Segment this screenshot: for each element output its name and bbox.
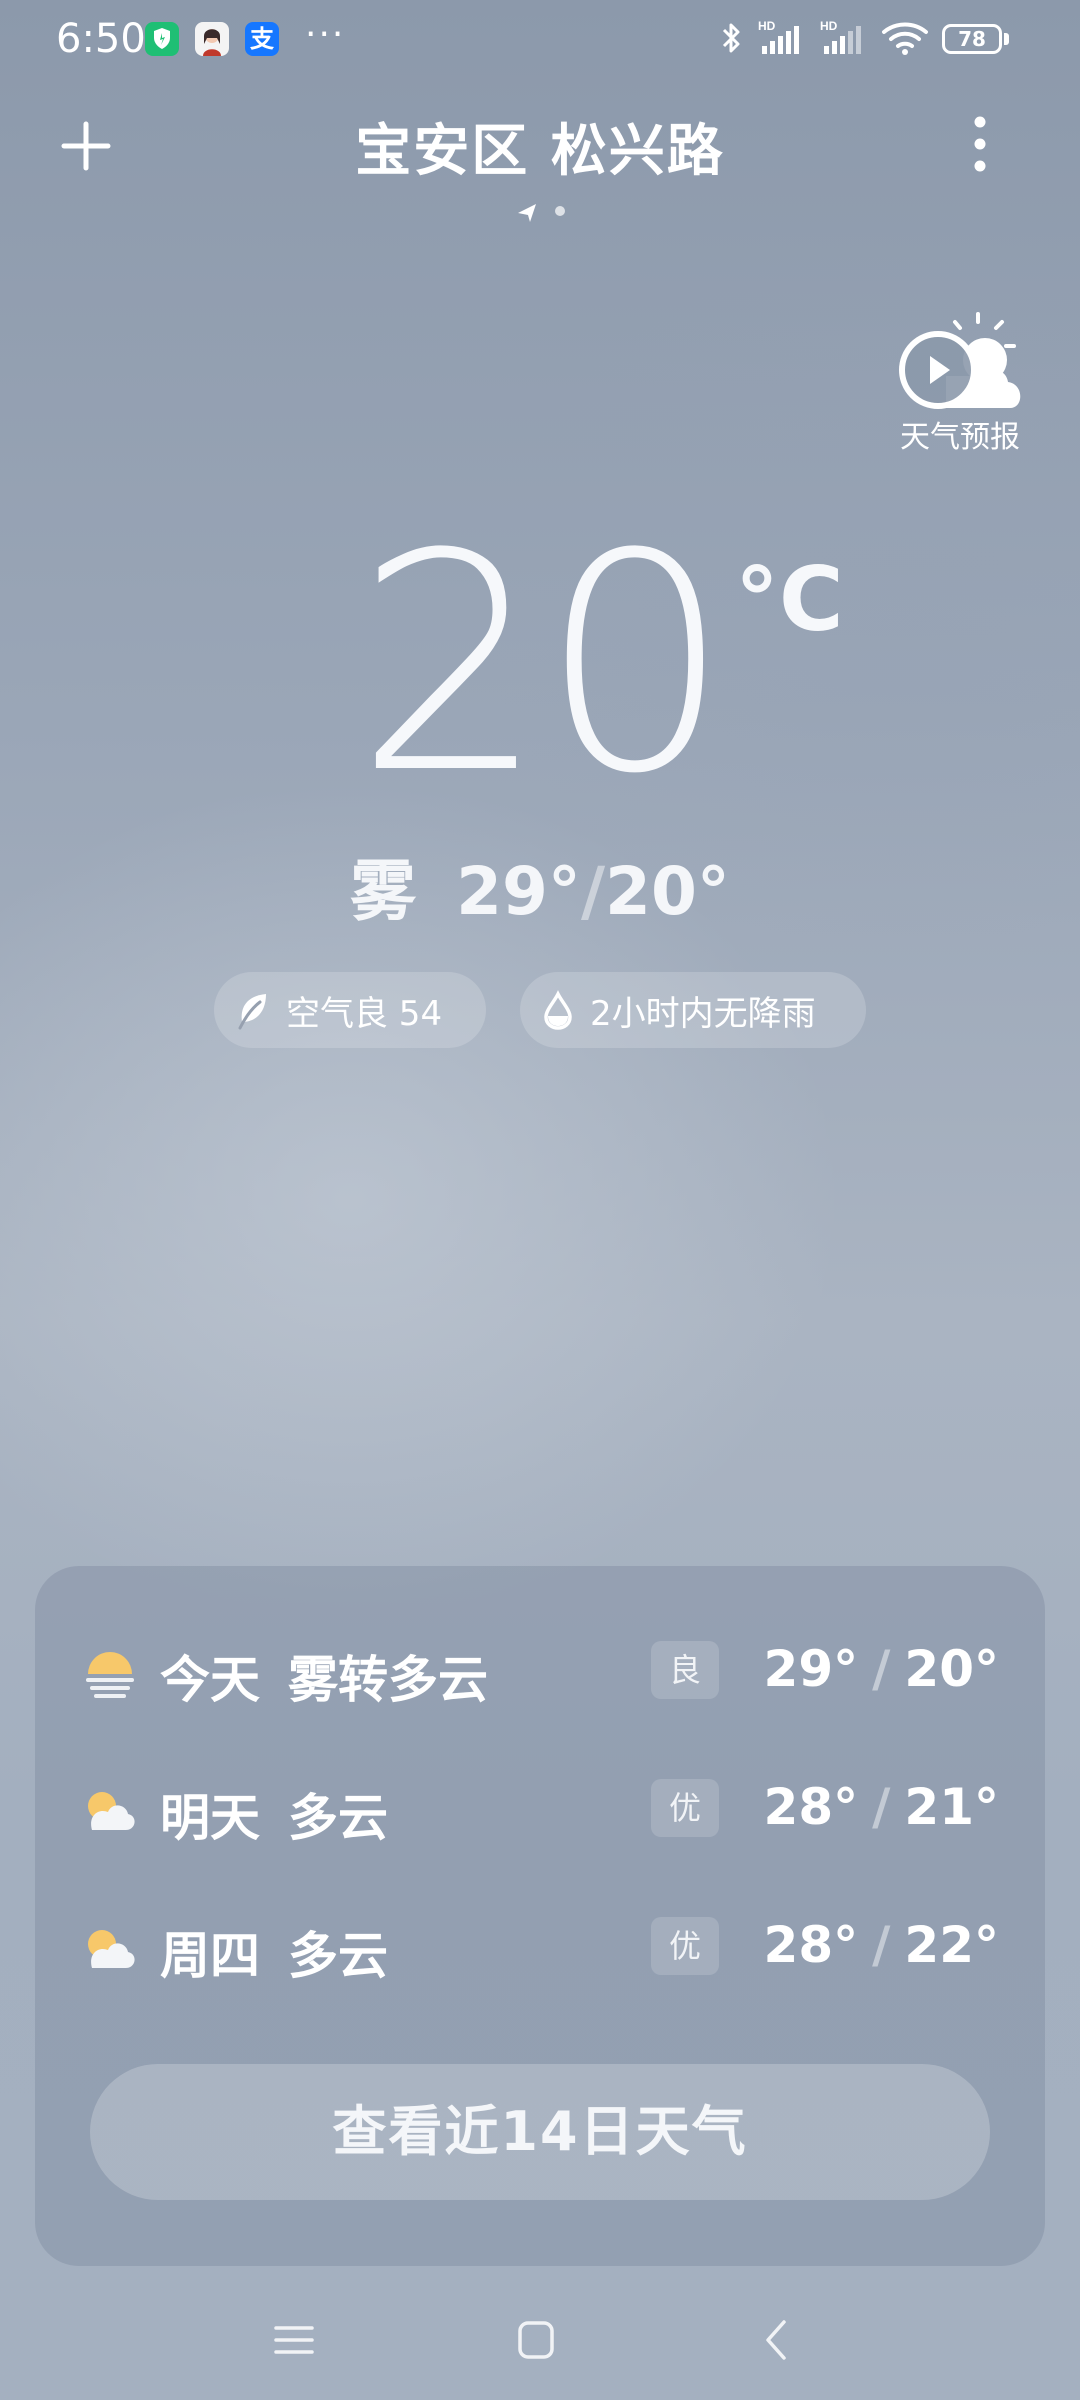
air-quality-text: 空气良 54 [286,993,443,1034]
location-arrow-icon [518,204,536,222]
page-dot [555,206,565,216]
forecast-row-thursday[interactable]: 周四 多云 优 28°/22° [35,1904,1045,1994]
recent-apps-button[interactable] [264,2310,324,2370]
forecast-row-today[interactable]: 今天 雾转多云 良 29°/20° [35,1628,1045,1718]
forecast-day-label: 明天 多云 [160,1789,388,1847]
battery-tip [1004,33,1009,45]
chevron-left-icon [766,2320,786,2360]
current-temperature: 20 [355,490,731,839]
forecast-video-label: 天气预报 [900,420,1020,455]
signal-hd-icon: HD [756,18,810,62]
more-menu-button[interactable] [960,112,1000,176]
forecast-row-tomorrow[interactable]: 明天 多云 优 28°/21° [35,1766,1045,1856]
leaf-icon [238,994,266,1030]
play-cloud-sun-icon [899,312,1021,409]
more-vertical-icon [974,116,986,172]
location-title[interactable]: 宝安区 松兴路 [0,106,1080,187]
battery-icon: 78 [942,24,1002,54]
partly-cloudy-icon [80,1924,140,1974]
rain-forecast-chip[interactable]: 2小时内无降雨 [520,972,866,1048]
page-indicator [510,196,570,226]
forecast-day-label: 今天 雾转多云 [160,1651,488,1709]
condition-line: 雾 29°/20° [0,838,1080,934]
view-14-day-button[interactable]: 查看近14日天气 [90,2064,990,2200]
temperature-unit: °C [735,548,844,651]
forecast-temps: 28°/22° [763,1916,999,1974]
status-time: 6:50 [56,16,146,62]
bluetooth-icon [718,18,746,62]
security-shield-icon [145,22,179,56]
temp-separator: / [580,853,606,930]
alipay-icon: 支 [245,22,279,56]
air-quality-chip[interactable]: 空气良 54 [214,972,486,1048]
svg-text:HD: HD [820,19,838,33]
fog-sun-icon [80,1648,140,1698]
back-button[interactable] [748,2310,808,2370]
aqi-badge: 良 [651,1641,719,1699]
forecast-day-label: 周四 多云 [160,1927,388,1985]
forecast-temps: 29°/20° [763,1640,999,1698]
wifi-icon [880,18,930,62]
partly-cloudy-icon [80,1786,140,1836]
home-button[interactable] [506,2310,566,2370]
current-condition: 雾 [350,853,417,930]
rain-forecast-text: 2小时内无降雨 [590,993,816,1034]
forecast-card: 今天 雾转多云 良 29°/20° 明天 多云 优 28°/21° 周四 多云 优 2… [35,1566,1045,2266]
avatar-icon [195,22,229,56]
today-low: 20° [605,853,730,930]
forecast-temps: 28°/21° [763,1778,999,1836]
square-icon [518,2321,554,2359]
menu-lines-icon [274,2326,314,2354]
drop-icon [544,990,572,1030]
aqi-badge: 优 [651,1917,719,1975]
signal-hd-icon: HD [818,18,872,62]
more-notifications-icon: ··· [305,14,346,55]
svg-text:HD: HD [758,19,776,33]
today-high: 29° [456,853,581,930]
aqi-badge: 优 [651,1779,719,1837]
